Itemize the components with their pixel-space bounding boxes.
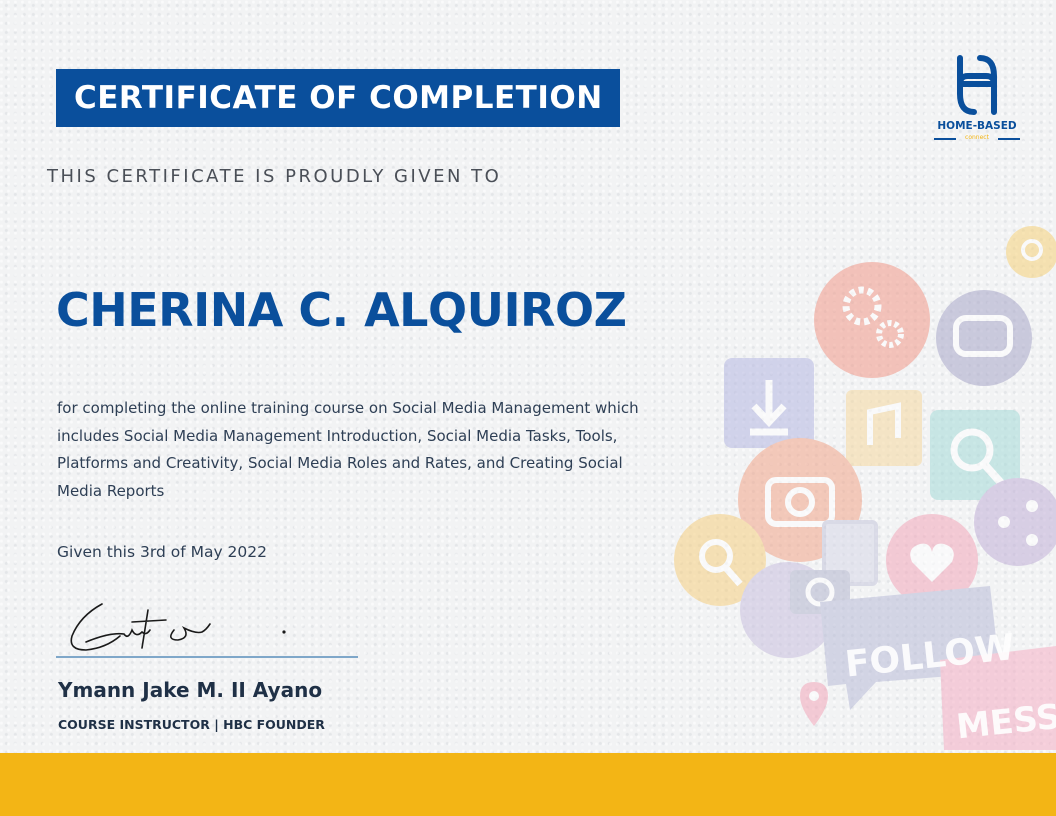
music-icon xyxy=(846,390,922,466)
signer-role: COURSE INSTRUCTOR | HBC FOUNDER xyxy=(58,717,325,732)
home-based-connect-logo: HOME-BASED connect xyxy=(928,54,1026,146)
signature-line xyxy=(56,656,358,658)
recipient-name: CHERINA C. ALQUIROZ xyxy=(56,283,627,337)
hbc-logo-icon xyxy=(957,55,997,115)
search-icon xyxy=(1006,226,1056,278)
gear-icon xyxy=(814,262,930,378)
signer-name: Ymann Jake M. II Ayano xyxy=(58,678,323,702)
issue-date: Given this 3rd of May 2022 xyxy=(57,543,267,561)
social-media-illustration: FOLLOW MESSAG xyxy=(674,226,1056,750)
course-description: for completing the online training cours… xyxy=(57,399,639,500)
chat-icon xyxy=(936,290,1032,386)
location-pin-icon xyxy=(800,682,828,726)
given-to-label: THIS CERTIFICATE IS PROUDLY GIVEN TO xyxy=(47,166,502,187)
footer-bar xyxy=(0,753,1056,816)
logo-rule-right xyxy=(998,138,1020,140)
certificate-title: CERTIFICATE OF COMPLETION xyxy=(56,69,620,127)
signature xyxy=(70,603,286,651)
certificate: CERTIFICATE OF COMPLETION HOME-BASED con… xyxy=(0,0,1056,816)
logo-name: HOME-BASED xyxy=(937,120,1017,132)
